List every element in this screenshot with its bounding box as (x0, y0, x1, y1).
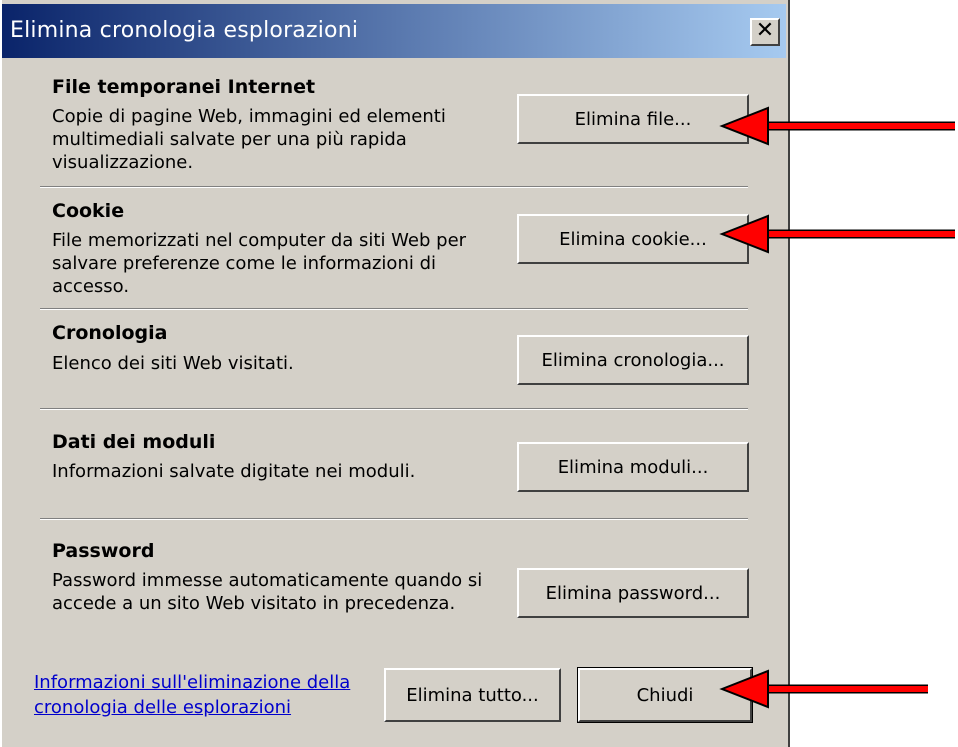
arrow-icon (719, 669, 928, 709)
annotation-arrows (719, 106, 955, 709)
arrow-icon (719, 214, 955, 254)
arrow-icon (719, 106, 955, 146)
